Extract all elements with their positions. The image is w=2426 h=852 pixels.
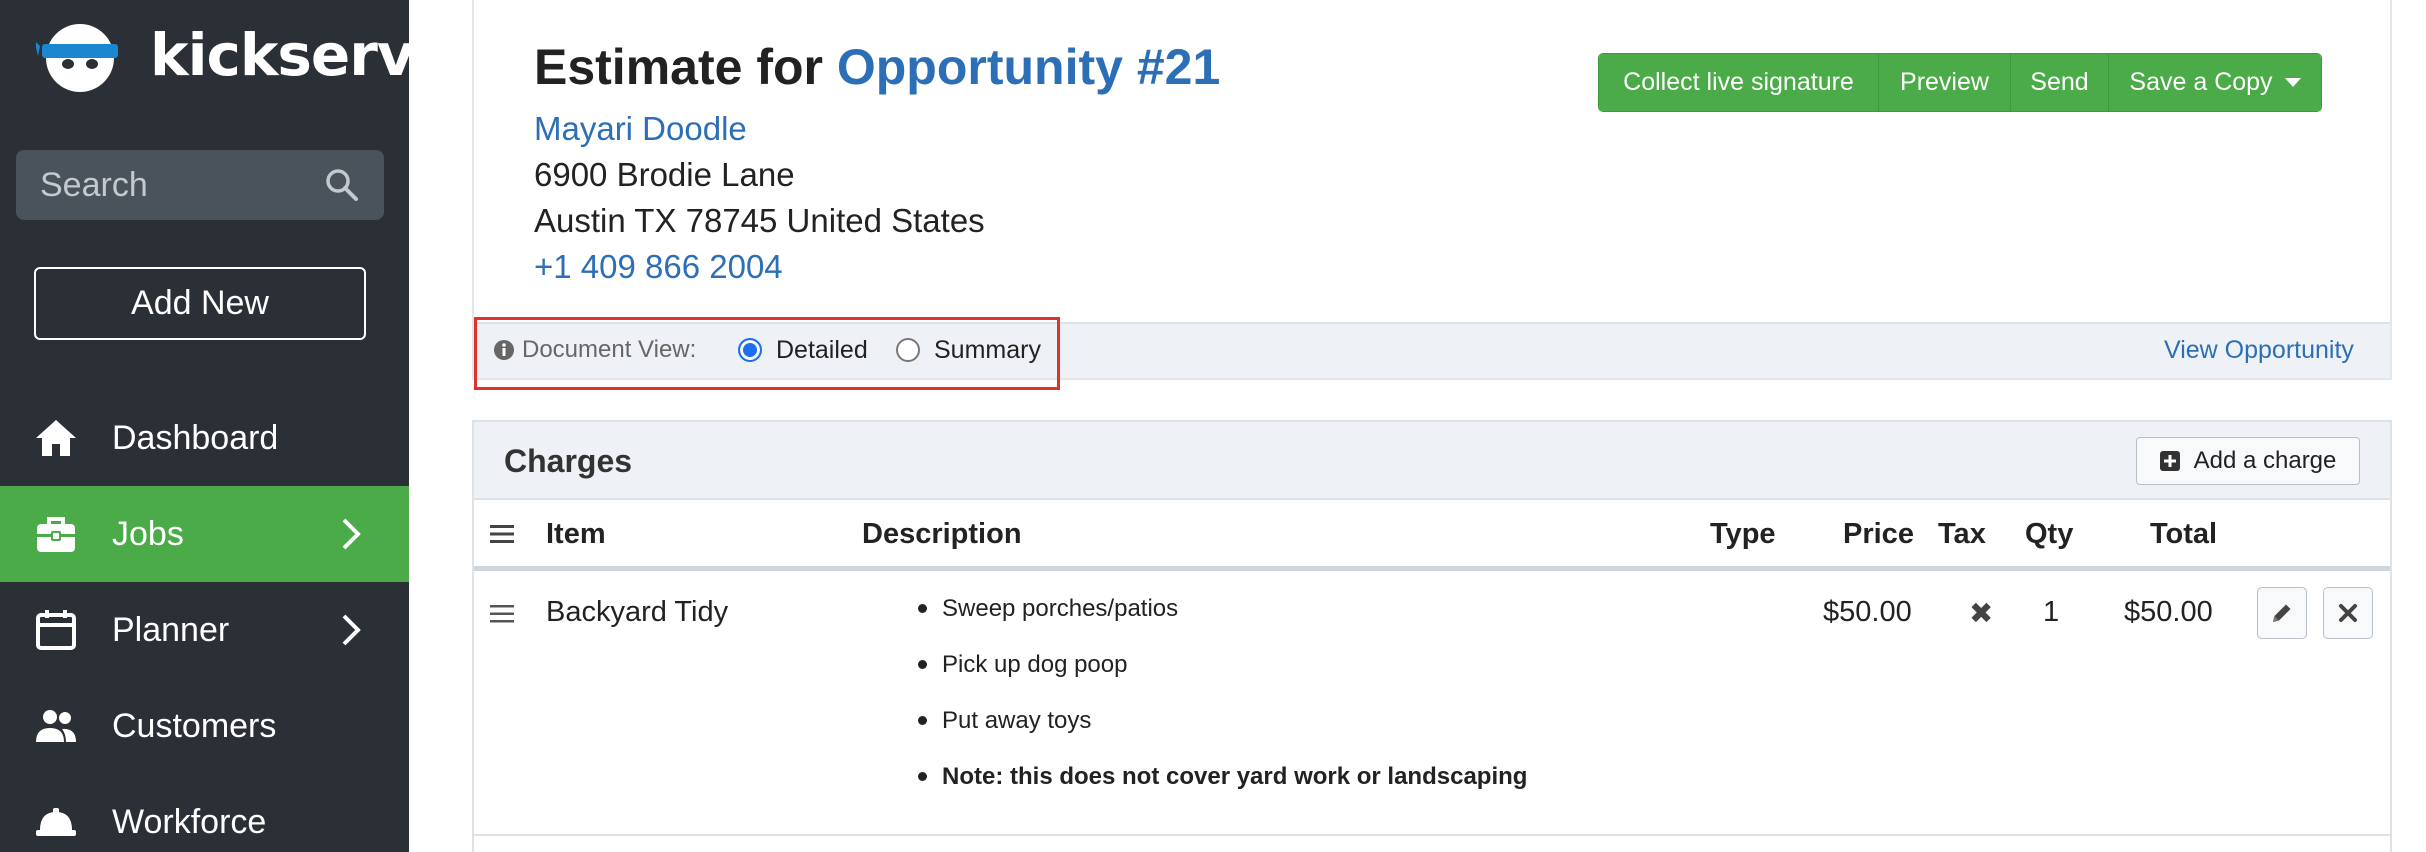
close-icon	[2339, 604, 2357, 622]
plus-square-icon	[2159, 451, 2180, 471]
save-copy-label: Save a Copy	[2129, 68, 2273, 96]
description-item: Sweep porches/patios	[918, 595, 1527, 651]
column-header-item: Item	[546, 518, 606, 550]
delete-charge-button[interactable]	[2323, 587, 2373, 639]
sidebar-item-label: Jobs	[112, 514, 184, 553]
description-note: Note: this does not cover yard work or l…	[918, 763, 1527, 819]
brand-logo[interactable]: kickserv	[36, 16, 415, 94]
add-charge-label: Add a charge	[2193, 447, 2337, 474]
chevron-right-icon	[342, 614, 361, 646]
sidebar-item-dashboard[interactable]: Dashboard	[0, 390, 409, 486]
ninja-logo-icon	[36, 24, 118, 92]
people-icon	[36, 710, 76, 742]
calendar-icon	[36, 610, 76, 650]
home-icon	[36, 420, 76, 456]
row-divider	[474, 834, 2390, 836]
header-divider	[474, 566, 2390, 571]
column-header-type: Type	[1710, 518, 1776, 550]
charge-qty: 1	[2043, 596, 2060, 628]
preview-button[interactable]: Preview	[1879, 54, 2011, 111]
save-copy-button[interactable]: Save a Copy	[2109, 54, 2321, 111]
charge-description-list: Sweep porches/patios Pick up dog poop Pu…	[918, 595, 1527, 819]
estimate-actions: Collect live signature Preview Send Save…	[1598, 53, 2322, 112]
address-line-2: Austin TX 78745 United States	[534, 202, 985, 239]
sidebar-item-workforce[interactable]: Workforce	[0, 774, 409, 852]
page-title: Estimate for Opportunity #21	[534, 38, 1220, 96]
briefcase-icon	[37, 517, 75, 552]
description-item: Put away toys	[918, 707, 1527, 763]
collect-signature-button[interactable]: Collect live signature	[1599, 54, 1879, 111]
search-input[interactable]: Search	[16, 150, 384, 220]
view-opportunity-link[interactable]: View Opportunity	[2164, 336, 2354, 365]
caret-down-icon	[2284, 77, 2301, 87]
tax-x-icon: ✖	[1969, 598, 1994, 630]
phone-link[interactable]: +1 409 866 2004	[534, 248, 783, 286]
edit-charge-button[interactable]	[2257, 587, 2307, 639]
customer-name-link[interactable]: Mayari Doodle	[534, 110, 747, 148]
hardhat-icon	[36, 808, 76, 836]
charges-title: Charges	[504, 443, 633, 479]
sidebar-item-customers[interactable]: Customers	[0, 678, 409, 774]
sidebar-item-planner[interactable]: Planner	[0, 582, 409, 678]
column-header-tax: Tax	[1938, 518, 1986, 550]
column-header-qty: Qty	[2025, 518, 2074, 550]
pencil-icon	[2273, 604, 2291, 622]
highlight-box	[474, 317, 1060, 390]
charge-item-name: Backyard Tidy	[546, 596, 729, 628]
charge-price: $50.00	[1823, 596, 1912, 628]
send-button[interactable]: Send	[2011, 54, 2109, 111]
search-placeholder: Search	[40, 165, 148, 204]
opportunity-link[interactable]: Opportunity #21	[837, 39, 1220, 95]
sidebar-item-label: Planner	[112, 610, 230, 649]
column-header-price: Price	[1843, 518, 1914, 550]
add-new-button[interactable]: Add New	[34, 267, 366, 340]
description-item: Pick up dog poop	[918, 651, 1527, 707]
sidebar: kickserv Search Add New Dashboard Jobs P…	[0, 0, 415, 852]
brand-name: kickserv	[150, 21, 415, 89]
sidebar-item-label: Dashboard	[112, 418, 279, 457]
column-header-description: Description	[862, 518, 1022, 550]
sidebar-item-label: Workforce	[112, 802, 267, 841]
address-line-1: 6900 Brodie Lane	[534, 156, 795, 193]
drag-handle-icon[interactable]	[490, 604, 514, 624]
menu-icon[interactable]	[490, 524, 514, 544]
chevron-right-icon	[342, 518, 361, 550]
title-prefix: Estimate for	[534, 39, 823, 95]
search-icon[interactable]	[324, 167, 360, 203]
charge-total: $50.00	[2124, 596, 2213, 628]
sidebar-item-label: Customers	[112, 706, 277, 745]
column-header-total: Total	[2150, 518, 2218, 550]
add-charge-button[interactable]: Add a charge	[2136, 437, 2360, 485]
charges-header	[474, 422, 2390, 500]
sidebar-item-jobs[interactable]: Jobs	[0, 486, 409, 582]
